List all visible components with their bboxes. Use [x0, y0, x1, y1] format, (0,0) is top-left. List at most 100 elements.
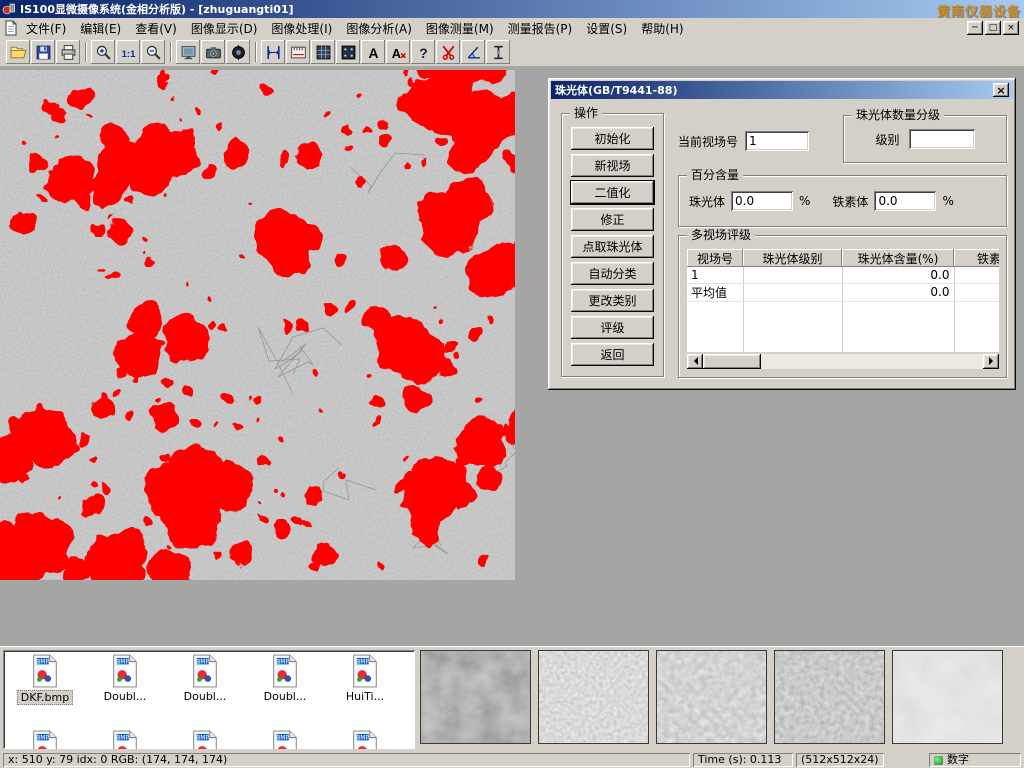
- cut-icon[interactable]: [436, 40, 460, 64]
- file-item[interactable]: BMPHuiTi...: [325, 654, 405, 730]
- bmp-file-icon: BMP: [190, 730, 220, 749]
- file-name-label: Doubl...: [101, 690, 150, 703]
- file-item[interactable]: BMP: [245, 730, 325, 749]
- binarize-button[interactable]: 二值化: [571, 181, 654, 204]
- mode-label: 数字: [947, 754, 969, 766]
- table-empty-row: [687, 333, 999, 349]
- bmp-file-icon: BMP: [270, 730, 300, 749]
- menu-edit[interactable]: 编辑(E): [73, 18, 128, 39]
- scrollbar-thumb[interactable]: [703, 354, 761, 369]
- table-empty-row: [687, 349, 999, 352]
- mdi-close-button[interactable]: ×: [1003, 21, 1019, 35]
- percent-group: 百分含量 珠光体 % 铁素体 %: [678, 175, 1007, 227]
- ruler-grid-icon[interactable]: [286, 40, 310, 64]
- multi-view-table[interactable]: 视场号珠光体级别珠光体含量(%)铁素10.0平均值0.0: [687, 249, 999, 352]
- font-icon[interactable]: A: [361, 40, 385, 64]
- menu-view[interactable]: 查看(V): [128, 18, 184, 39]
- file-item[interactable]: BMPDoubl...: [85, 654, 165, 730]
- file-item[interactable]: BMP: [325, 730, 405, 749]
- svg-text:A: A: [391, 45, 400, 60]
- target-icon[interactable]: [226, 40, 250, 64]
- clamp-icon[interactable]: [486, 40, 510, 64]
- scrollbar-track[interactable]: [703, 354, 983, 369]
- mdi-window-controls: ─ □ ×: [967, 21, 1021, 35]
- mdi-restore-button[interactable]: □: [985, 21, 1001, 35]
- svg-text:BMP: BMP: [196, 659, 209, 666]
- caliper-icon[interactable]: [261, 40, 285, 64]
- grade-button[interactable]: 评级: [571, 316, 654, 339]
- image-thumbnail[interactable]: [892, 650, 1003, 744]
- print-icon[interactable]: [56, 40, 80, 64]
- image-thumbnail[interactable]: [538, 650, 649, 744]
- dialog-close-button[interactable]: ×: [993, 83, 1009, 97]
- menu-image-measure[interactable]: 图像测量(M): [419, 18, 501, 39]
- metallograph-image[interactable]: [0, 70, 515, 580]
- toolbar: 1:1 AA?: [0, 38, 1024, 67]
- time-panel: Time (s): 0.113: [693, 753, 793, 767]
- file-item[interactable]: BMP: [85, 730, 165, 749]
- new-field-button[interactable]: 新视场: [571, 154, 654, 177]
- pearlite-percent-input[interactable]: [731, 191, 793, 211]
- table-row[interactable]: 10.0: [687, 267, 999, 283]
- table-h-scrollbar[interactable]: [687, 354, 999, 369]
- help-icon[interactable]: ?: [411, 40, 435, 64]
- toolbar-separator: [170, 42, 172, 62]
- auto-classify-button[interactable]: 自动分类: [571, 262, 654, 285]
- change-class-button[interactable]: 更改类别: [571, 289, 654, 312]
- initialize-button[interactable]: 初始化: [571, 127, 654, 150]
- file-list[interactable]: BMPDKF.bmpBMPDoubl...BMPDoubl...BMPDoubl…: [3, 650, 415, 749]
- grade-input[interactable]: [909, 129, 975, 149]
- image-thumbnail[interactable]: [420, 650, 531, 744]
- image-thumbnail[interactable]: [656, 650, 767, 744]
- dialog-title-bar[interactable]: 珠光体(GB/T9441-88) ×: [551, 81, 1013, 99]
- menu-image-process[interactable]: 图像处理(I): [264, 18, 339, 39]
- mdi-minimize-button[interactable]: ─: [967, 21, 983, 35]
- table-header: 铁素: [954, 249, 999, 267]
- modify-button[interactable]: 修正: [571, 208, 654, 231]
- svg-text:BMP: BMP: [116, 735, 129, 742]
- ferrite-percent-input[interactable]: [874, 191, 936, 211]
- save-icon[interactable]: [31, 40, 55, 64]
- operations-group-label: 操作: [570, 106, 602, 120]
- file-browser-panel: BMPDKF.bmpBMPDoubl...BMPDoubl...BMPDoubl…: [0, 646, 1024, 752]
- return-button[interactable]: 返回: [571, 343, 654, 366]
- svg-text:BMP: BMP: [276, 735, 289, 742]
- left-arrow-icon: [690, 357, 698, 365]
- scroll-left-button[interactable]: [687, 354, 703, 369]
- stamp-icon[interactable]: [311, 40, 335, 64]
- pick-pearlite-button[interactable]: 点取珠光体: [571, 235, 654, 258]
- open-icon[interactable]: [6, 40, 30, 64]
- actual-size-icon[interactable]: 1:1: [116, 40, 140, 64]
- zoom-out-icon[interactable]: [141, 40, 165, 64]
- camera-icon[interactable]: [201, 40, 225, 64]
- svg-text:BMP: BMP: [196, 735, 209, 742]
- angle-icon[interactable]: [461, 40, 485, 64]
- menu-image-display[interactable]: 图像显示(D): [184, 18, 265, 39]
- menu-file[interactable]: 文件(F): [19, 18, 73, 39]
- toolbar-separator: [85, 42, 87, 62]
- menu-image-analysis[interactable]: 图像分析(A): [339, 18, 419, 39]
- file-item[interactable]: BMP: [5, 730, 85, 749]
- menu-settings[interactable]: 设置(S): [579, 18, 634, 39]
- file-item[interactable]: BMPDKF.bmp: [5, 654, 85, 730]
- bmp-file-icon: BMP: [30, 654, 60, 688]
- bmp-file-icon: BMP: [270, 654, 300, 688]
- zoom-in-icon[interactable]: [91, 40, 115, 64]
- ferrite-label: 铁素体: [832, 193, 868, 210]
- menu-help[interactable]: 帮助(H): [634, 18, 690, 39]
- image-size-panel: (512x512x24): [796, 753, 884, 767]
- grid-icon[interactable]: [336, 40, 360, 64]
- monitor-icon[interactable]: [176, 40, 200, 64]
- table-row[interactable]: 平均值0.0: [687, 283, 999, 301]
- file-name-label: HuiTi...: [343, 690, 387, 703]
- scroll-right-button[interactable]: [983, 354, 999, 369]
- current-view-input[interactable]: [745, 131, 809, 151]
- menu-report[interactable]: 测量报告(P): [501, 18, 580, 39]
- file-item[interactable]: BMPDoubl...: [165, 654, 245, 730]
- file-item[interactable]: BMP: [165, 730, 245, 749]
- cursor-position: x: 510 y: 79 idx: 0 RGB: (174, 174, 174): [3, 753, 690, 767]
- font-x-icon[interactable]: A: [386, 40, 410, 64]
- app-icon: [2, 2, 16, 16]
- image-thumbnail[interactable]: [774, 650, 885, 744]
- file-item[interactable]: BMPDoubl...: [245, 654, 325, 730]
